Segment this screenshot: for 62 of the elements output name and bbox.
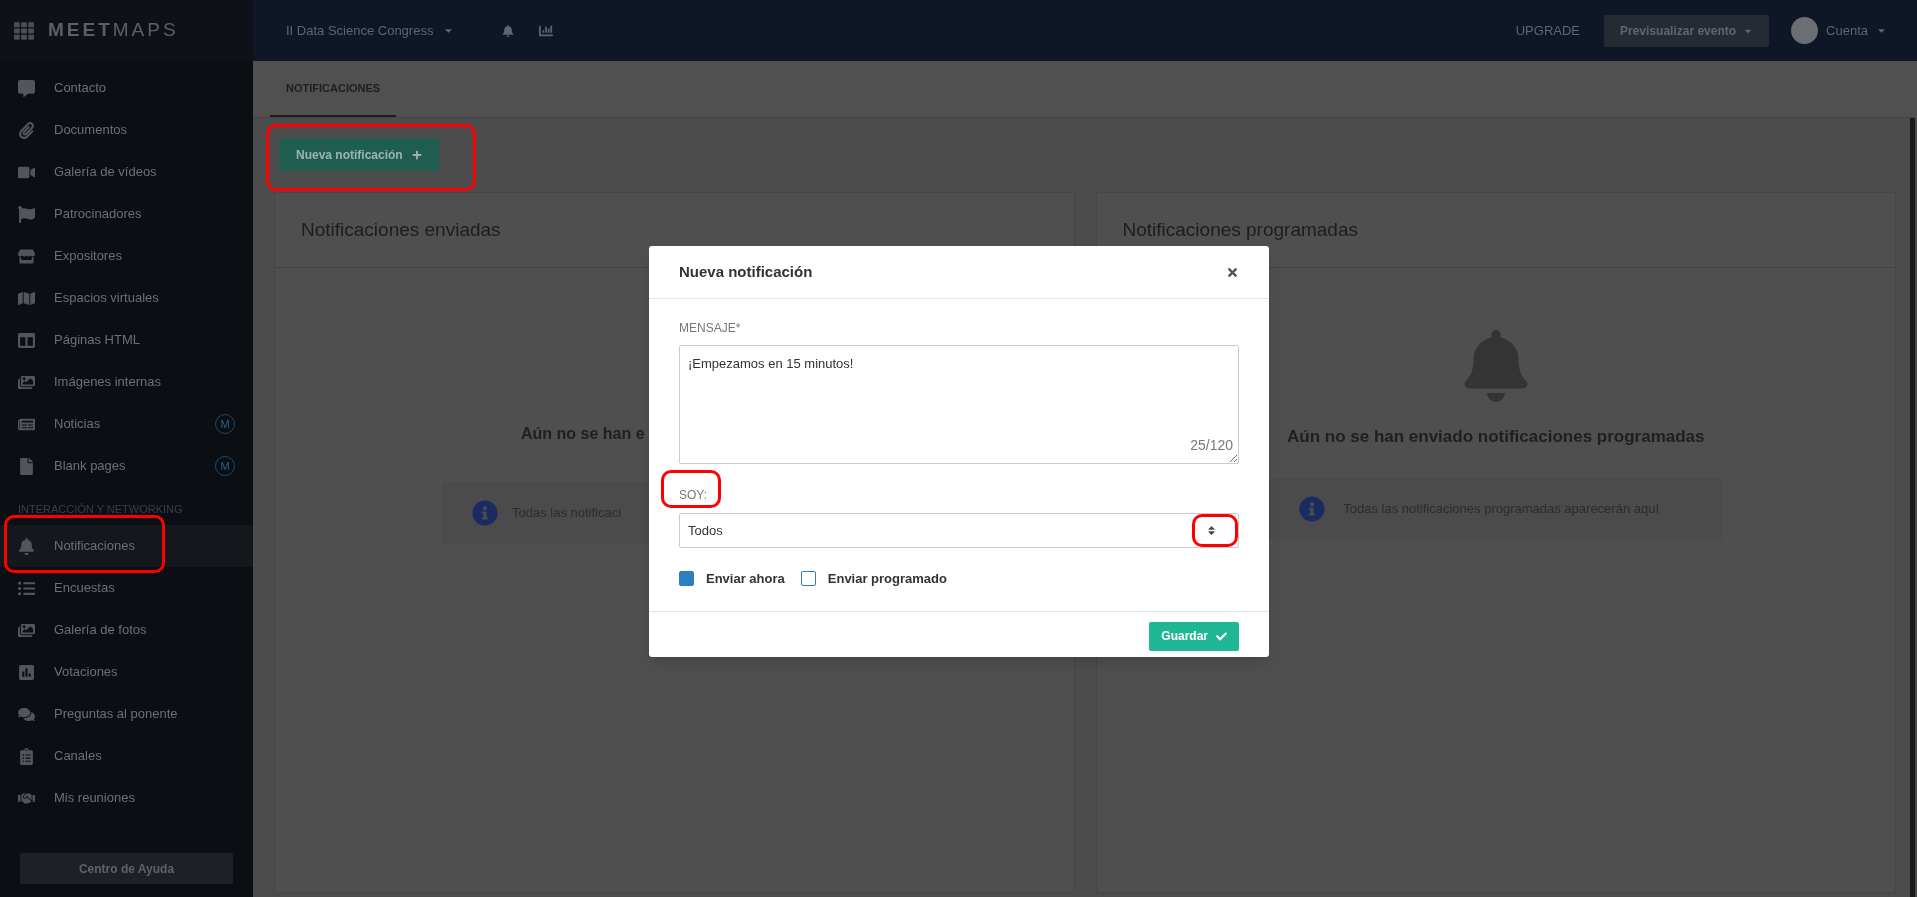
sidebar-item[interactable]: Mis reuniones — [0, 777, 253, 819]
clipboard-icon — [18, 747, 35, 765]
info-icon — [472, 500, 498, 526]
checkbox-option[interactable]: Enviar programado — [800, 569, 947, 589]
sidebar-item[interactable]: Galería de fotos — [0, 609, 253, 651]
images-icon — [18, 373, 35, 391]
images-icon — [18, 621, 35, 639]
sidebar-item[interactable]: Páginas HTML — [0, 319, 253, 361]
checkbox[interactable] — [800, 571, 816, 587]
event-selector[interactable]: II Data Science Congress — [286, 20, 455, 41]
sidebar-item[interactable]: Expositores — [0, 235, 253, 277]
account-menu[interactable]: Cuenta — [1826, 20, 1887, 41]
logo: MEETMAPS — [48, 18, 179, 43]
new-notification-button[interactable]: Nueva notificación — [279, 138, 439, 171]
bell-icon — [18, 537, 35, 555]
info-icon — [1299, 495, 1326, 522]
sidebar-item[interactable]: Documentos — [0, 109, 253, 151]
paperclip-icon — [18, 121, 35, 139]
comments-icon — [18, 705, 35, 723]
audience-select[interactable]: Todos — [679, 513, 1239, 548]
highlight-outline — [661, 470, 721, 508]
help-button[interactable]: Centro de Ayuda — [20, 853, 233, 884]
close-icon[interactable] — [1226, 265, 1239, 279]
bar-chart-icon[interactable] — [538, 23, 555, 38]
dialog-title: Nueva notificación — [679, 261, 814, 282]
sidebar-item[interactable]: Preguntas al ponente — [0, 693, 253, 735]
highlight-outline — [1192, 514, 1238, 547]
sidebar-item[interactable]: Blank pages M — [0, 445, 253, 487]
sidebar-item[interactable]: Contacto — [0, 67, 253, 109]
field-label: SOY: — [679, 488, 707, 502]
sidebar-item[interactable]: Noticias M — [0, 403, 253, 445]
sidebar-item[interactable]: Votaciones — [0, 651, 253, 693]
sidebar-item[interactable]: Patrocinadores — [0, 193, 253, 235]
checkbox[interactable] — [679, 571, 694, 587]
bar-chart-icon — [18, 663, 35, 681]
bell-icon — [1463, 330, 1528, 402]
sidebar-item[interactable]: Encuestas — [0, 567, 253, 609]
avatar[interactable] — [1791, 17, 1819, 44]
preview-button[interactable]: Previsualizar evento — [1604, 14, 1770, 47]
sidebar-item[interactable]: Galería de vídeos — [0, 151, 253, 193]
columns-icon — [18, 331, 35, 349]
sidebar-item[interactable]: Canales — [0, 735, 253, 777]
sort-icon — [1207, 525, 1216, 536]
scrollbar[interactable] — [1910, 118, 1915, 897]
grid-icon[interactable] — [14, 20, 34, 41]
store-icon — [18, 247, 35, 265]
upgrade-link[interactable]: UPGRADE — [1515, 20, 1580, 41]
flag-icon — [18, 205, 35, 223]
list-icon — [18, 579, 35, 597]
save-button[interactable]: Guardar — [1149, 621, 1239, 651]
field-label: MENSAJE* — [679, 320, 742, 337]
sidebar-item[interactable]: Notificaciones — [0, 525, 253, 567]
file-icon — [18, 457, 35, 475]
comment-icon — [18, 79, 35, 97]
plus-icon — [411, 149, 422, 160]
map-icon — [18, 289, 35, 307]
check-icon — [1216, 630, 1227, 642]
sidebar-item[interactable]: Espacios virtuales — [0, 277, 253, 319]
bell-icon[interactable] — [502, 24, 515, 37]
checkbox-option[interactable]: Enviar ahora — [679, 569, 785, 589]
char-counter: 25/120 — [1190, 436, 1233, 455]
sidebar-item[interactable]: Imágenes internas — [0, 361, 253, 403]
